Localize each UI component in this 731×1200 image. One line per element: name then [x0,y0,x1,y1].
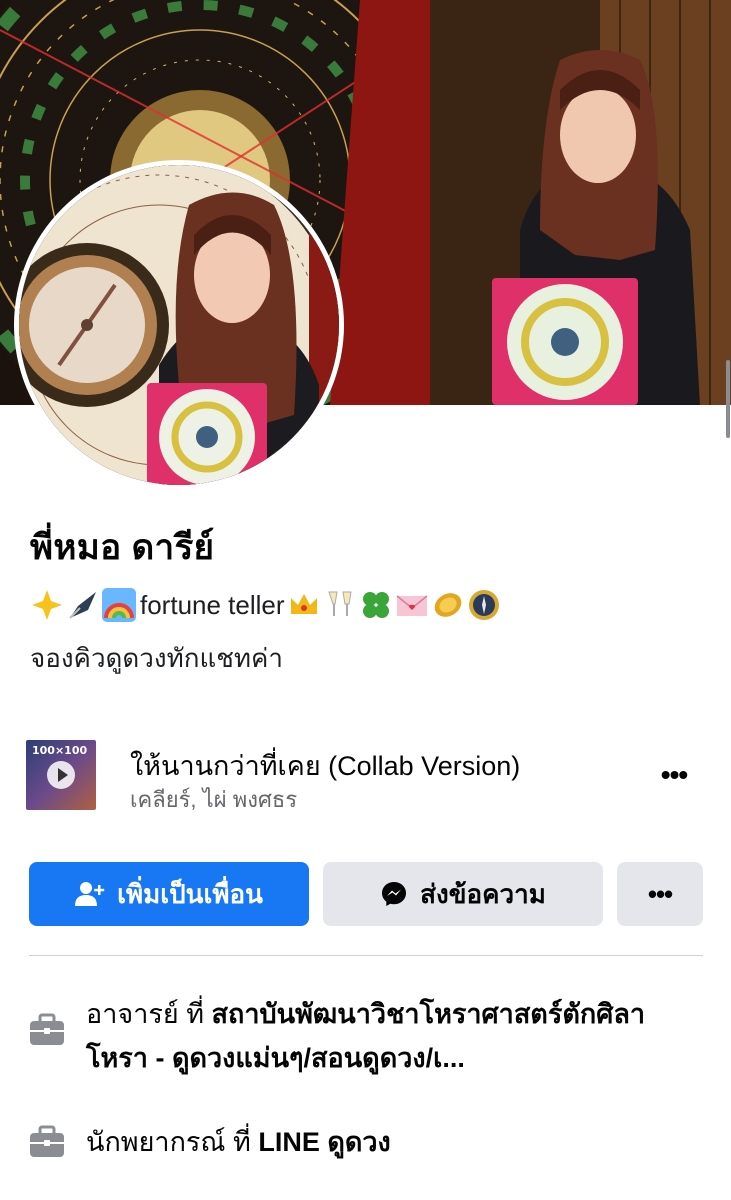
profile-avatar[interactable] [14,160,344,490]
champagne-emoji [323,588,357,622]
play-icon[interactable] [47,761,75,789]
messenger-icon [380,880,408,908]
work-detail-1: อาจารย์ ที่ สถาบันพัฒนาวิชาโหราศาสตร์ตัก… [86,992,706,1080]
music-artist[interactable]: เคลียร์, ไผ่ พงศธร [130,782,297,817]
profile-name: พี่หมอ ดารีย์ [30,528,215,567]
briefcase-icon [28,1012,66,1048]
music-title[interactable]: ให้นานกว่าที่เคย (Collab Version) [130,744,520,787]
music-cover-art[interactable]: 100×100 [26,740,96,810]
love-letter-emoji [395,588,429,622]
work-connector-1: ที่ [186,999,205,1029]
avatar-artwork [19,165,339,485]
workplace-link-2[interactable]: LINE ดูดวง [258,1127,390,1157]
rainbow-emoji [102,588,136,622]
scrollbar-thumb[interactable] [726,360,730,438]
work-role-2: นักพยากรณ์ [86,1127,226,1157]
profile-bio-line-1: fortune teller [30,588,503,622]
message-label: ส่งข้อความ [420,878,546,909]
sparkle-emoji [30,588,64,622]
briefcase-icon [28,1124,66,1160]
profile-bio-line-2: จองคิวดูดวงทักแชทค่า [30,643,284,673]
pen-nib-emoji [66,588,100,622]
add-friend-label: เพิ่มเป็นเพื่อน [117,878,263,909]
add-friend-button[interactable]: เพิ่มเป็นเพื่อน [29,862,309,926]
coin-emoji [431,588,465,622]
avatar-image [19,165,339,485]
bio-text: fortune teller [140,589,285,620]
compass-emoji [467,588,501,622]
section-divider [29,955,703,956]
work-detail-2: นักพยากรณ์ ที่ LINE ดูดวง [86,1120,706,1164]
more-options-button[interactable]: ••• [617,862,703,926]
message-button[interactable]: ส่งข้อความ [323,862,603,926]
work-connector-2: ที่ [233,1127,251,1157]
add-friend-icon [75,881,105,907]
scrollbar[interactable] [725,0,731,440]
crown-emoji [287,588,321,622]
music-cover-tag: 100×100 [32,744,88,757]
clover-emoji [359,588,393,622]
music-more-button[interactable]: ••• [654,760,694,790]
work-role-1: อาจารย์ [86,999,179,1029]
